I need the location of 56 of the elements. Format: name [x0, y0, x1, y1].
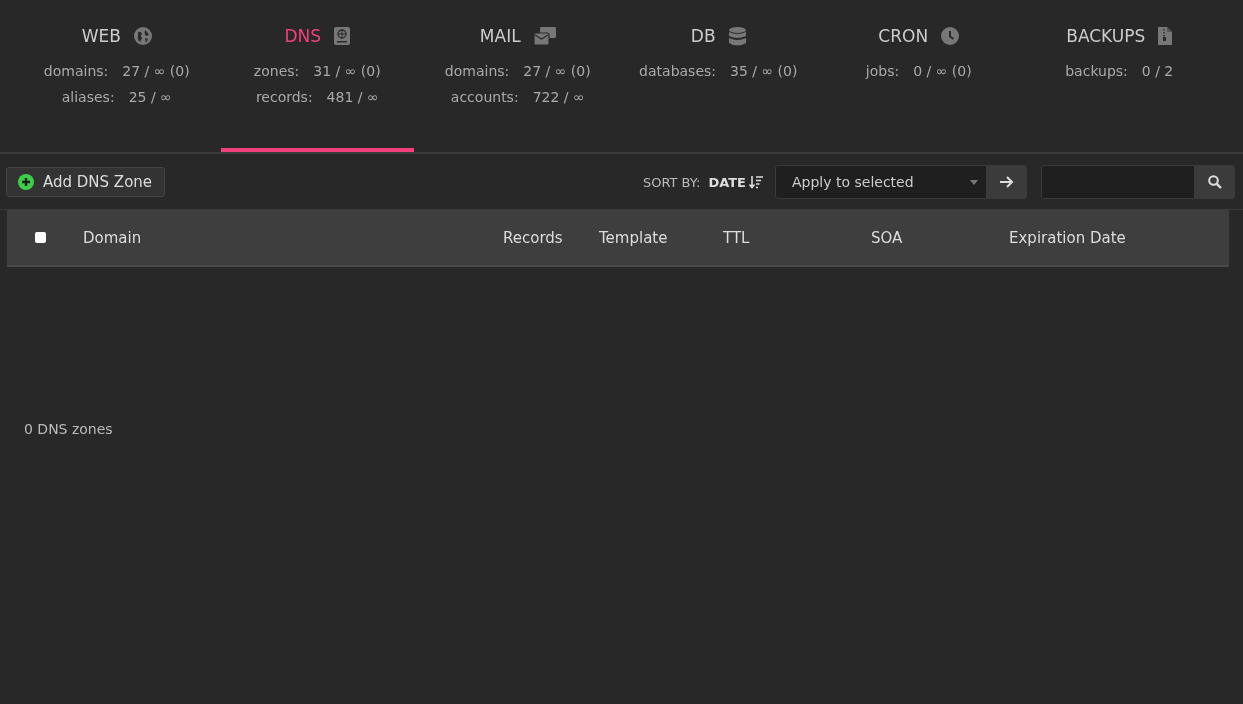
stat-label: domains: — [444, 62, 510, 81]
book-globe-icon — [334, 27, 351, 45]
stats-tab[interactable]: WEB domains: 27 / ∞ (0) aliases: 25 / ∞ — [20, 0, 214, 152]
add-dns-zone-button[interactable]: Add DNS Zone — [6, 167, 166, 197]
stat-label: records: — [255, 88, 313, 107]
stat-label: aliases: — [61, 88, 115, 107]
stats-tab[interactable]: DNS zones: 31 / ∞ (0) records: 481 / ∞ — [220, 0, 414, 152]
stat-value: 35 / ∞ (0) — [730, 62, 798, 81]
tab-title: DNS — [284, 26, 322, 46]
sort-descending-icon — [749, 175, 763, 189]
stat-value: 0 / ∞ (0) — [913, 62, 972, 81]
zip-file-icon — [1158, 27, 1173, 45]
stat-value: 0 / 2 — [1141, 62, 1174, 81]
stats-tab[interactable]: DB databases: 35 / ∞ (0) — [621, 0, 815, 152]
search-field[interactable] — [1041, 165, 1195, 199]
dropdown-caret-icon — [970, 179, 978, 185]
tab-title: WEB — [81, 26, 121, 46]
stats-tab[interactable]: MAIL domains: 27 / ∞ (0) accounts: 722 / ∞ — [421, 0, 615, 152]
stat-value: 722 / ∞ — [532, 88, 585, 107]
plus-circle-icon — [18, 174, 34, 190]
sort-label: SORT BY: — [642, 174, 701, 190]
tab-title: CRON — [878, 26, 929, 46]
stats-tab[interactable]: CRON jobs: 0 / ∞ (0) — [822, 0, 1016, 152]
envelopes-icon — [533, 27, 556, 45]
tab-title: MAIL — [479, 26, 521, 46]
stat-label: databases: — [639, 62, 716, 81]
database-icon — [728, 26, 746, 46]
search-icon — [1208, 175, 1222, 189]
column-header[interactable]: Expiration Date — [1009, 228, 1126, 247]
column-header[interactable]: TTL — [723, 228, 750, 247]
globe-icon — [133, 27, 152, 45]
tab-title: BACKUPS — [1066, 26, 1146, 46]
stats-tab[interactable]: BACKUPS backups: 0 / 2 — [1022, 0, 1216, 152]
select-all-checkbox[interactable] — [34, 232, 46, 243]
sort-button[interactable]: DATE — [708, 174, 763, 190]
stat-value: 481 / ∞ — [326, 88, 379, 107]
column-header[interactable]: Domain — [83, 228, 142, 247]
stat-label: accounts: — [450, 88, 519, 107]
stat-value: 27 / ∞ (0) — [523, 62, 591, 81]
stat-label: zones: — [253, 62, 300, 81]
search-button[interactable] — [1195, 165, 1235, 199]
stat-label: jobs: — [865, 62, 900, 81]
column-header[interactable]: Template — [599, 228, 668, 247]
arrow-right-icon — [1000, 176, 1014, 188]
clock-icon — [941, 27, 960, 45]
stat-value: 27 / ∞ (0) — [122, 62, 190, 81]
column-header[interactable]: Records — [503, 228, 563, 247]
zone-count: 0 DNS zones — [24, 421, 113, 437]
bulk-action-select[interactable]: Apply to selected — [775, 165, 987, 199]
stat-label: backups: — [1065, 62, 1128, 81]
stat-value: 31 / ∞ (0) — [313, 62, 381, 81]
tab-title: DB — [690, 26, 716, 46]
column-header[interactable]: SOA — [871, 228, 903, 247]
stat-label: domains: — [43, 62, 109, 81]
stat-value: 25 / ∞ — [128, 88, 172, 107]
apply-button[interactable] — [987, 165, 1027, 199]
